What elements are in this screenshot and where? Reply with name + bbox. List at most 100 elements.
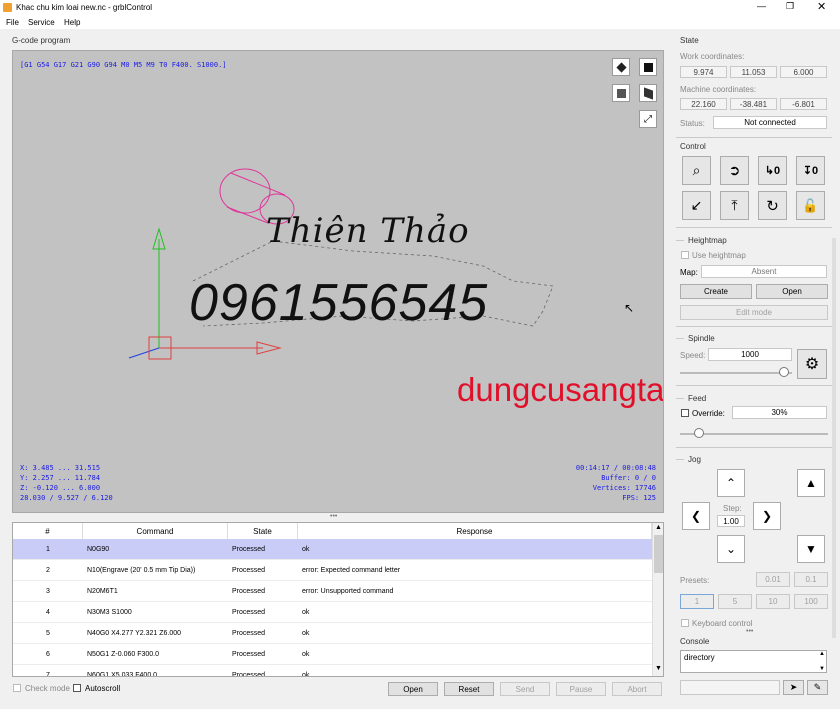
- table-row[interactable]: 2 N10(Engrave (20' 0.5 mm Tip Dia)) Proc…: [13, 559, 652, 581]
- right-splitter-handle[interactable]: •••: [746, 628, 753, 635]
- keyboard-control-checkbox[interactable]: [681, 619, 689, 627]
- table-row[interactable]: 3 N20M6T1 Processed error: Unsupported c…: [13, 580, 652, 602]
- minimize-icon[interactable]: —: [757, 1, 766, 11]
- jog-y-minus-button[interactable]: ⌄: [717, 535, 745, 563]
- console-clear-button[interactable]: ✎: [807, 680, 828, 695]
- feed-override-input[interactable]: 30%: [732, 406, 827, 419]
- maximize-icon[interactable]: ❐: [786, 1, 794, 12]
- spindle-title: Spindle: [688, 334, 715, 343]
- probe-button[interactable]: ➲: [720, 156, 749, 185]
- col-header-command[interactable]: Command: [83, 523, 228, 539]
- heightmap-title: Heightmap: [688, 236, 727, 245]
- pause-button[interactable]: Pause: [556, 682, 606, 696]
- safe-position-icon: ⤒: [731, 197, 738, 213]
- settings-scrollbar[interactable]: [832, 238, 836, 638]
- jog-x-minus-button[interactable]: ❮: [682, 502, 710, 530]
- preset-5-button[interactable]: 5: [718, 594, 752, 609]
- status-label: Status:: [680, 119, 705, 128]
- reset-control-button[interactable]: ↻: [758, 191, 787, 220]
- table-row[interactable]: 5 N40G0 X4.277 Y2.321 Z6.000 Processed o…: [13, 622, 652, 644]
- step-label: Step:: [723, 504, 742, 513]
- refresh-icon: ↻: [766, 197, 779, 215]
- jog-x-plus-button[interactable]: ❯: [753, 502, 781, 530]
- console-scroll-up-icon[interactable]: ▲: [819, 651, 825, 657]
- menu-bar: File Service Help: [0, 16, 840, 29]
- restore-origin-button[interactable]: ↙: [682, 191, 711, 220]
- console-send-button[interactable]: ➤: [783, 680, 804, 695]
- open-button[interactable]: Open: [388, 682, 438, 696]
- heightmap-open-button[interactable]: Open: [756, 284, 828, 299]
- menu-service[interactable]: Service: [28, 18, 55, 27]
- col-header-num[interactable]: #: [13, 523, 83, 539]
- unlock-button[interactable]: 🔓: [796, 191, 825, 220]
- feed-slider-thumb[interactable]: [694, 428, 704, 438]
- check-mode-checkbox[interactable]: [13, 684, 21, 692]
- step-input[interactable]: 1.00: [717, 515, 745, 527]
- preset-0.1-button[interactable]: 0.1: [794, 572, 828, 587]
- scroll-up-icon[interactable]: ▲: [655, 524, 662, 531]
- unlock-icon: 🔓: [802, 197, 819, 213]
- col-header-state[interactable]: State: [228, 523, 298, 539]
- bbox-z: Z: -0.120 ... 6.000: [20, 484, 101, 492]
- feed-slider[interactable]: [680, 428, 828, 440]
- jog-z-plus-button[interactable]: ▲: [797, 469, 825, 497]
- table-scrollbar[interactable]: ▲ ▼: [652, 523, 663, 676]
- state-title: State: [680, 36, 699, 45]
- preset-10-button[interactable]: 10: [756, 594, 790, 609]
- table-row[interactable]: 7 N60G1 X5.033 F400.0 Processed ok: [13, 664, 652, 676]
- preset-100-button[interactable]: 100: [794, 594, 828, 609]
- console-command-input[interactable]: [680, 680, 780, 695]
- use-heightmap-label: Use heightmap: [692, 251, 746, 260]
- scroll-thumb[interactable]: [654, 535, 663, 573]
- status-value: Not connected: [713, 116, 827, 129]
- table-row[interactable]: 6 N50G1 Z-0.060 F300.0 Processed ok: [13, 643, 652, 665]
- mouse-cursor-icon: ↖: [624, 301, 635, 315]
- machine-x: 22.160: [680, 98, 727, 110]
- speed-input[interactable]: 1000: [708, 348, 792, 361]
- gcode-rows: 1 N0G90 Processed ok 2 N10(Engrave (20' …: [13, 539, 652, 676]
- abort-button[interactable]: Abort: [612, 682, 662, 696]
- spindle-toggle-button[interactable]: ⚙: [797, 349, 827, 379]
- machine-y: -38.481: [730, 98, 777, 110]
- reset-button[interactable]: Reset: [444, 682, 494, 696]
- table-row[interactable]: 4 N30M3 S1000 Processed ok: [13, 601, 652, 623]
- map-label: Map:: [680, 268, 698, 277]
- close-icon[interactable]: ✕: [817, 0, 826, 13]
- zero-xy-button[interactable]: ↳0: [758, 156, 787, 185]
- scroll-down-icon[interactable]: ▼: [655, 665, 662, 672]
- eraser-icon: ✎: [813, 682, 822, 692]
- gcode-table[interactable]: # Command State Response 1 N0G90 Process…: [12, 522, 664, 677]
- edit-mode-button[interactable]: Edit mode: [680, 305, 828, 320]
- splitter-handle[interactable]: •••: [330, 513, 337, 520]
- home-button[interactable]: ⌕: [682, 156, 711, 185]
- preset-1-button[interactable]: 1: [680, 594, 714, 609]
- console-scroll-down-icon[interactable]: ▼: [819, 666, 825, 672]
- safe-position-button[interactable]: ⤒: [720, 191, 749, 220]
- jog-y-plus-button[interactable]: ⌃: [717, 469, 745, 497]
- autoscroll-checkbox[interactable]: [73, 684, 81, 692]
- col-header-response[interactable]: Response: [298, 523, 652, 539]
- send-arrow-icon: ➤: [789, 682, 798, 692]
- jog-z-minus-button[interactable]: ▼: [797, 535, 825, 563]
- override-checkbox[interactable]: [681, 409, 689, 417]
- chevron-up-icon: ⌃: [725, 476, 737, 490]
- gcode-viewport[interactable]: [G1 G54 G17 G21 G90 G94 M0 M5 M9 T0 F400…: [12, 50, 664, 513]
- send-button[interactable]: Send: [500, 682, 550, 696]
- watermark: dungcusangtao.com: [457, 371, 664, 408]
- spindle-slider-track: [680, 372, 792, 374]
- table-row[interactable]: 1 N0G90 Processed ok: [13, 539, 652, 560]
- heightmap-create-button[interactable]: Create: [680, 284, 752, 299]
- preset-0.01-button[interactable]: 0.01: [756, 572, 790, 587]
- chevron-right-icon: ❯: [761, 509, 773, 523]
- menu-help[interactable]: Help: [64, 18, 80, 27]
- use-heightmap-checkbox[interactable]: [681, 251, 689, 259]
- jog-title: Jog: [688, 455, 701, 464]
- feed-title: Feed: [688, 394, 707, 403]
- spindle-slider-thumb[interactable]: [779, 367, 789, 377]
- menu-file[interactable]: File: [6, 18, 19, 27]
- work-y: 11.053: [730, 66, 777, 78]
- engraving-phone: 0961556545: [189, 274, 489, 332]
- spindle-slider[interactable]: [680, 367, 792, 379]
- zero-z-button[interactable]: ↧0: [796, 156, 825, 185]
- console-output[interactable]: directory ▲ ▼: [680, 650, 827, 673]
